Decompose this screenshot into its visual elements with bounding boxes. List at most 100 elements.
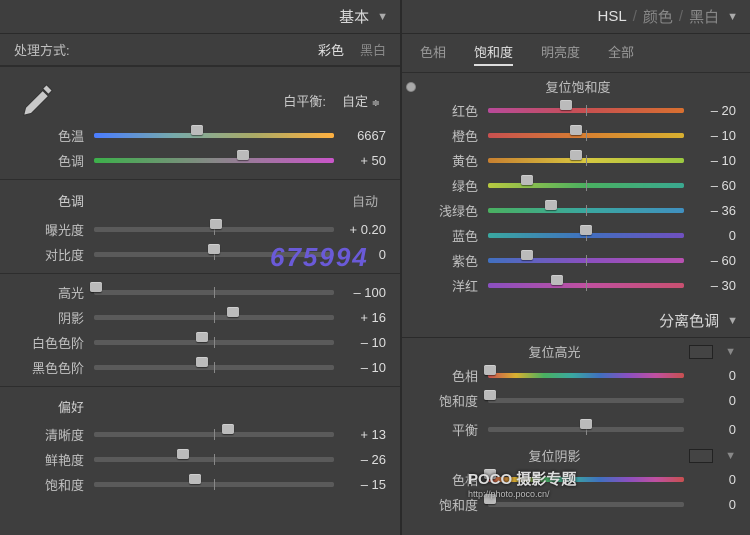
shadows-value[interactable]: + 16 bbox=[334, 310, 386, 325]
exposure-value[interactable]: + 0.20 bbox=[334, 222, 386, 237]
tint-value[interactable]: + 50 bbox=[334, 153, 386, 168]
vibrance-value[interactable]: – 26 bbox=[334, 452, 386, 467]
exposure-slider[interactable] bbox=[94, 222, 334, 238]
sat-reset-row: 复位饱和度 bbox=[402, 73, 750, 98]
highlights-label: 高光 bbox=[0, 283, 94, 302]
hsl-header[interactable]: HSL/ 颜色/ 黑白 ▼ bbox=[402, 0, 750, 34]
blacks-label: 黑色色阶 bbox=[0, 358, 94, 377]
blacks-value[interactable]: – 10 bbox=[334, 360, 386, 375]
sat-red-label: 红色 bbox=[402, 101, 488, 120]
shadows-reset-row: 复位阴影 ▼ bbox=[402, 442, 750, 467]
presence-header: 偏好 bbox=[0, 397, 94, 416]
tab-luminance[interactable]: 明亮度 bbox=[541, 42, 580, 66]
sat-yellow-label: 黄色 bbox=[402, 151, 488, 170]
sat-magenta-label: 洋红 bbox=[402, 276, 488, 295]
sat-blue-slider[interactable] bbox=[488, 228, 684, 244]
right-panels: HSL/ 颜色/ 黑白 ▼ 色相 饱和度 明亮度 全部 复位饱和度 红色 – 20… bbox=[402, 0, 750, 535]
color-label[interactable]: 颜色 bbox=[643, 6, 673, 27]
highlights-value[interactable]: – 100 bbox=[334, 285, 386, 300]
balance-slider[interactable] bbox=[488, 422, 684, 438]
balance-label: 平衡 bbox=[402, 420, 488, 439]
reset-shadows-label[interactable]: 复位阴影 bbox=[420, 446, 689, 465]
sh-sat-value[interactable]: 0 bbox=[684, 497, 736, 512]
tint-label: 色调 bbox=[0, 151, 94, 170]
hi-hue-slider[interactable] bbox=[488, 368, 684, 384]
contrast-label: 对比度 bbox=[0, 245, 94, 264]
hi-sat-value[interactable]: 0 bbox=[684, 393, 736, 408]
collapse-icon[interactable]: ▼ bbox=[377, 11, 388, 23]
sat-yellow-slider[interactable] bbox=[488, 153, 684, 169]
collapse-icon[interactable]: ▼ bbox=[727, 315, 738, 327]
tab-all[interactable]: 全部 bbox=[608, 42, 634, 66]
reset-sat-label[interactable]: 复位饱和度 bbox=[420, 77, 736, 96]
sat-magenta-value[interactable]: – 30 bbox=[684, 278, 736, 293]
sat-red-value[interactable]: – 20 bbox=[684, 103, 736, 118]
highlights-slider[interactable] bbox=[94, 285, 334, 301]
shadow-swatch[interactable] bbox=[689, 449, 713, 463]
hi-hue-value[interactable]: 0 bbox=[684, 368, 736, 383]
clarity-value[interactable]: + 13 bbox=[334, 427, 386, 442]
saturation-slider[interactable] bbox=[94, 477, 334, 493]
chevron-down-icon[interactable]: ▼ bbox=[717, 450, 736, 462]
collapse-icon[interactable]: ▼ bbox=[727, 11, 738, 23]
sat-aqua-label: 浅绿色 bbox=[402, 201, 488, 220]
auto-button[interactable]: 自动 bbox=[344, 190, 386, 211]
bw-label[interactable]: 黑白 bbox=[689, 6, 719, 27]
sh-hue-value[interactable]: 0 bbox=[684, 472, 736, 487]
sh-sat-slider[interactable] bbox=[488, 497, 684, 513]
highlight-swatch[interactable] bbox=[689, 345, 713, 359]
sat-purple-slider[interactable] bbox=[488, 253, 684, 269]
sat-purple-label: 紫色 bbox=[402, 251, 488, 270]
saturation-label: 饱和度 bbox=[0, 475, 94, 494]
whites-value[interactable]: – 10 bbox=[334, 335, 386, 350]
balance-value[interactable]: 0 bbox=[684, 422, 736, 437]
mode-color[interactable]: 彩色 bbox=[318, 40, 344, 59]
temp-value[interactable]: 6667 bbox=[334, 128, 386, 143]
saturation-value[interactable]: – 15 bbox=[334, 477, 386, 492]
tone-header: 色调 bbox=[0, 191, 94, 210]
hi-sat-label: 饱和度 bbox=[402, 391, 488, 410]
treatment-row: 处理方式: 彩色 黑白 bbox=[0, 34, 400, 66]
wb-dropdown[interactable]: 自定 ≑ bbox=[336, 90, 386, 111]
eyedropper-icon[interactable] bbox=[0, 81, 94, 119]
contrast-slider[interactable] bbox=[94, 247, 334, 263]
tab-hue[interactable]: 色相 bbox=[420, 42, 446, 66]
temp-row: 色温 6667 bbox=[0, 123, 400, 148]
basic-title: 基本 bbox=[339, 6, 369, 27]
sh-hue-slider[interactable] bbox=[488, 472, 684, 488]
clarity-slider[interactable] bbox=[94, 427, 334, 443]
whites-slider[interactable] bbox=[94, 335, 334, 351]
sat-blue-value[interactable]: 0 bbox=[684, 228, 736, 243]
hi-sat-slider[interactable] bbox=[488, 393, 684, 409]
basic-panel: 基本 ▼ 处理方式: 彩色 黑白 白平衡: 自定 ≑ 色温 6667 色调 + … bbox=[0, 0, 402, 535]
sat-green-slider[interactable] bbox=[488, 178, 684, 194]
hsl-label[interactable]: HSL bbox=[598, 8, 627, 25]
sat-purple-value[interactable]: – 60 bbox=[684, 253, 736, 268]
vibrance-slider[interactable] bbox=[94, 452, 334, 468]
sat-aqua-slider[interactable] bbox=[488, 203, 684, 219]
temp-slider[interactable] bbox=[94, 128, 334, 144]
mode-bw[interactable]: 黑白 bbox=[360, 40, 386, 59]
presence-section: 偏好 清晰度+ 13 鲜艳度– 26 饱和度– 15 bbox=[0, 386, 400, 503]
hi-hue-label: 色相 bbox=[402, 366, 488, 385]
split-tone-header[interactable]: 分离色调 ▼ bbox=[402, 304, 750, 338]
tint-slider[interactable] bbox=[94, 153, 334, 169]
sat-yellow-value[interactable]: – 10 bbox=[684, 153, 736, 168]
reset-highlights-label[interactable]: 复位高光 bbox=[420, 342, 689, 361]
shadows-slider[interactable] bbox=[94, 310, 334, 326]
exposure-label: 曝光度 bbox=[0, 220, 94, 239]
sat-orange-slider[interactable] bbox=[488, 128, 684, 144]
sat-blue-label: 蓝色 bbox=[402, 226, 488, 245]
chevron-down-icon[interactable]: ▼ bbox=[717, 346, 736, 358]
sh-hue-label: 色相 bbox=[402, 470, 488, 489]
blacks-slider[interactable] bbox=[94, 360, 334, 376]
sat-green-value[interactable]: – 60 bbox=[684, 178, 736, 193]
sat-aqua-value[interactable]: – 36 bbox=[684, 203, 736, 218]
sat-orange-value[interactable]: – 10 bbox=[684, 128, 736, 143]
target-adjust-icon[interactable] bbox=[402, 82, 420, 92]
sat-magenta-slider[interactable] bbox=[488, 278, 684, 294]
basic-header[interactable]: 基本 ▼ bbox=[0, 0, 400, 34]
contrast-value[interactable]: 0 bbox=[334, 247, 386, 262]
tab-saturation[interactable]: 饱和度 bbox=[474, 42, 513, 66]
sat-red-slider[interactable] bbox=[488, 103, 684, 119]
